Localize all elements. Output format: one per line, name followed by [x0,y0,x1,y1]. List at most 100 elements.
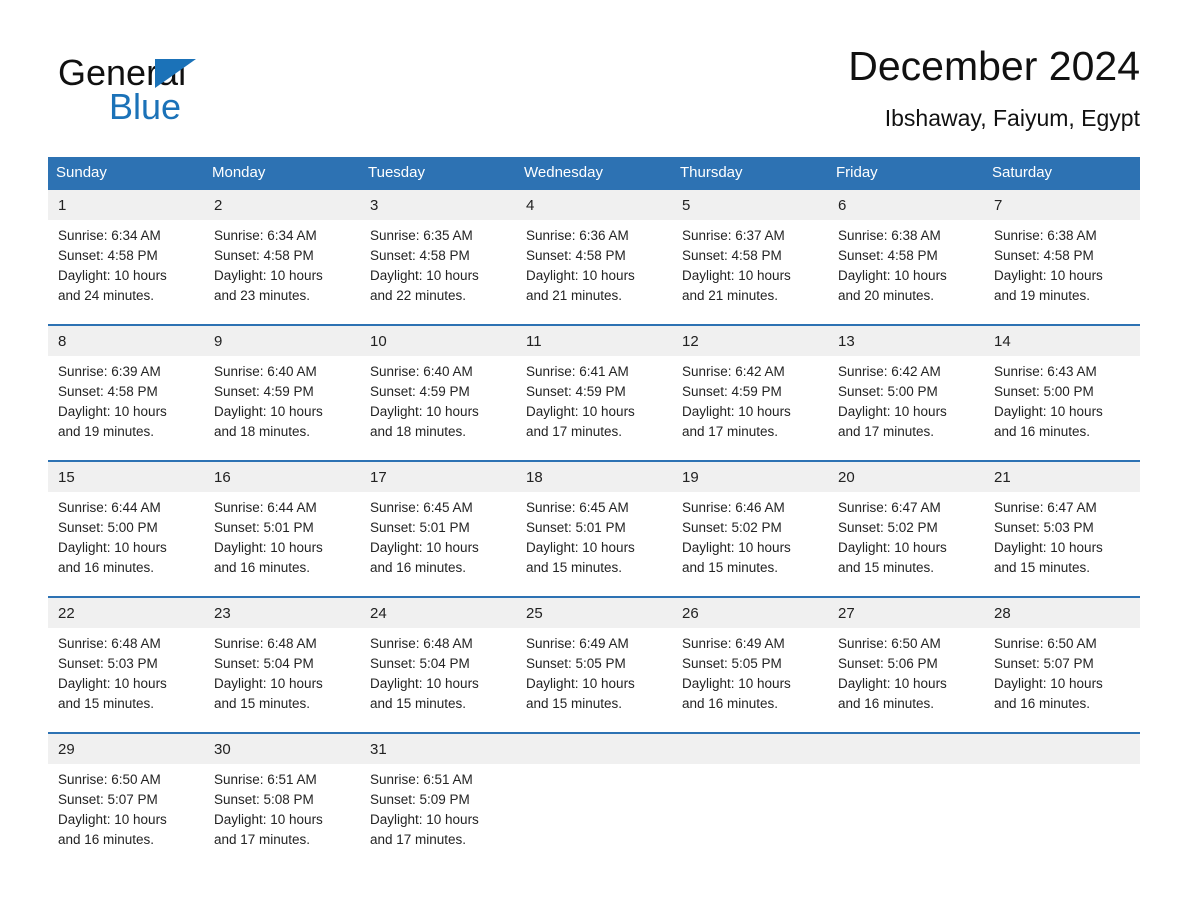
sunset-time: Sunset: 5:02 PM [682,520,782,535]
day-number[interactable]: 6 [828,190,984,220]
day-cell[interactable]: Sunrise: 6:44 AM Sunset: 5:01 PM Daylight:… [204,492,360,596]
day-number[interactable]: 13 [828,326,984,356]
daylight-duration-line1: Daylight: 10 hours [214,812,323,827]
day-number[interactable]: 31 [360,734,516,764]
daylight-duration-line2: and 19 minutes. [58,424,155,439]
sunrise-time: Sunrise: 6:48 AM [58,636,161,651]
day-cell[interactable]: Sunrise: 6:45 AM Sunset: 5:01 PM Daylight:… [360,492,516,596]
day-cell[interactable]: Sunrise: 6:49 AM Sunset: 5:05 PM Daylight:… [516,628,672,732]
day-number[interactable]: 27 [828,598,984,628]
day-cell[interactable]: Sunrise: 6:40 AM Sunset: 4:59 PM Daylight:… [360,356,516,460]
sunrise-time: Sunrise: 6:48 AM [370,636,473,651]
daylight-duration-line2: and 20 minutes. [838,288,935,303]
day-cell[interactable]: Sunrise: 6:49 AM Sunset: 5:05 PM Daylight:… [672,628,828,732]
day-cell[interactable]: Sunrise: 6:48 AM Sunset: 5:04 PM Daylight:… [360,628,516,732]
day-number[interactable]: 28 [984,598,1140,628]
day-cell[interactable]: Sunrise: 6:48 AM Sunset: 5:04 PM Daylight:… [204,628,360,732]
day-number[interactable]: 16 [204,462,360,492]
day-number[interactable]: 2 [204,190,360,220]
day-cell[interactable]: Sunrise: 6:38 AM Sunset: 4:58 PM Daylight:… [984,220,1140,324]
day-cell[interactable]: Sunrise: 6:44 AM Sunset: 5:00 PM Daylight:… [48,492,204,596]
day-cell[interactable]: Sunrise: 6:36 AM Sunset: 4:58 PM Daylight:… [516,220,672,324]
day-number[interactable]: 14 [984,326,1140,356]
calendar-week-row: 15 16 17 18 19 20 21 Sunrise: 6:44 AM Sunset: 5:… [48,460,1140,596]
day-cell[interactable]: Sunrise: 6:47 AM Sunset: 5:02 PM Daylight:… [828,492,984,596]
day-number-band: 15 16 17 18 19 20 21 [48,462,1140,492]
day-cell[interactable]: Sunrise: 6:50 AM Sunset: 5:06 PM Daylight:… [828,628,984,732]
day-number[interactable]: 23 [204,598,360,628]
daylight-duration-line2: and 15 minutes. [58,696,155,711]
sunrise-time: Sunrise: 6:40 AM [370,364,473,379]
day-number[interactable]: 24 [360,598,516,628]
weekday-header-row: Sunday Monday Tuesday Wednesday Thursday Frid… [48,157,1140,190]
day-number[interactable]: 22 [48,598,204,628]
daylight-duration-line2: and 23 minutes. [214,288,311,303]
day-cell[interactable]: Sunrise: 6:50 AM Sunset: 5:07 PM Daylight:… [48,764,204,868]
daylight-duration-line1: Daylight: 10 hours [58,676,167,691]
daylight-duration-line1: Daylight: 10 hours [838,540,947,555]
day-number[interactable]: 9 [204,326,360,356]
daylight-duration-line1: Daylight: 10 hours [526,268,635,283]
day-number[interactable]: 12 [672,326,828,356]
day-cell[interactable]: Sunrise: 6:50 AM Sunset: 5:07 PM Daylight:… [984,628,1140,732]
day-number[interactable]: 19 [672,462,828,492]
day-cell[interactable]: Sunrise: 6:34 AM Sunset: 4:58 PM Daylight:… [204,220,360,324]
daylight-duration-line1: Daylight: 10 hours [214,540,323,555]
daylight-duration-line2: and 16 minutes. [214,560,311,575]
sunset-time: Sunset: 5:05 PM [682,656,782,671]
day-cell[interactable]: Sunrise: 6:45 AM Sunset: 5:01 PM Daylight:… [516,492,672,596]
day-number[interactable]: 7 [984,190,1140,220]
day-cell[interactable]: Sunrise: 6:35 AM Sunset: 4:58 PM Daylight:… [360,220,516,324]
day-cell[interactable]: Sunrise: 6:34 AM Sunset: 4:58 PM Daylight:… [48,220,204,324]
day-number[interactable]: 20 [828,462,984,492]
day-cell[interactable]: Sunrise: 6:37 AM Sunset: 4:58 PM Daylight:… [672,220,828,324]
daylight-duration-line1: Daylight: 10 hours [994,540,1103,555]
day-cell[interactable]: Sunrise: 6:46 AM Sunset: 5:02 PM Daylight:… [672,492,828,596]
day-number[interactable]: 30 [204,734,360,764]
sunrise-time: Sunrise: 6:36 AM [526,228,629,243]
calendar-week-row: 8 9 10 11 12 13 14 Sunrise: 6:39 AM Sunset: 4:58… [48,324,1140,460]
day-number[interactable]: 15 [48,462,204,492]
sunset-time: Sunset: 4:58 PM [838,248,938,263]
day-number[interactable]: 21 [984,462,1140,492]
day-number[interactable]: 18 [516,462,672,492]
day-cell[interactable]: Sunrise: 6:38 AM Sunset: 4:58 PM Daylight:… [828,220,984,324]
sunset-time: Sunset: 5:07 PM [58,792,158,807]
day-cell[interactable]: Sunrise: 6:39 AM Sunset: 4:58 PM Daylight:… [48,356,204,460]
day-cell[interactable]: Sunrise: 6:40 AM Sunset: 4:59 PM Daylight:… [204,356,360,460]
day-number[interactable]: 8 [48,326,204,356]
calendar-week-row: 22 23 24 25 26 27 28 Sunrise: 6:48 AM Sunset: 5:… [48,596,1140,732]
sunset-time: Sunset: 5:09 PM [370,792,470,807]
daylight-duration-line1: Daylight: 10 hours [370,812,479,827]
day-cell[interactable]: Sunrise: 6:41 AM Sunset: 4:59 PM Daylight:… [516,356,672,460]
day-number[interactable]: 25 [516,598,672,628]
day-number[interactable]: 5 [672,190,828,220]
day-cell[interactable]: Sunrise: 6:48 AM Sunset: 5:03 PM Daylight:… [48,628,204,732]
day-cell[interactable]: Sunrise: 6:51 AM Sunset: 5:09 PM Daylight:… [360,764,516,868]
day-number[interactable]: 26 [672,598,828,628]
day-number[interactable]: 29 [48,734,204,764]
weekday-header-thursday: Thursday [680,164,743,181]
day-number-empty [828,734,984,764]
sunset-time: Sunset: 5:01 PM [214,520,314,535]
day-number[interactable]: 11 [516,326,672,356]
day-cell[interactable]: Sunrise: 6:42 AM Sunset: 5:00 PM Daylight:… [828,356,984,460]
sunrise-time: Sunrise: 6:42 AM [682,364,785,379]
day-cell[interactable]: Sunrise: 6:51 AM Sunset: 5:08 PM Daylight:… [204,764,360,868]
sunrise-time: Sunrise: 6:34 AM [58,228,161,243]
day-number[interactable]: 17 [360,462,516,492]
daylight-duration-line1: Daylight: 10 hours [682,540,791,555]
day-number[interactable]: 1 [48,190,204,220]
day-cell[interactable]: Sunrise: 6:42 AM Sunset: 4:59 PM Daylight:… [672,356,828,460]
sunset-time: Sunset: 5:08 PM [214,792,314,807]
day-cell[interactable]: Sunrise: 6:47 AM Sunset: 5:03 PM Daylight:… [984,492,1140,596]
day-number[interactable]: 4 [516,190,672,220]
day-number[interactable]: 10 [360,326,516,356]
generalblue-logo: General Blue [58,52,288,130]
daylight-duration-line1: Daylight: 10 hours [838,404,947,419]
daylight-duration-line1: Daylight: 10 hours [994,404,1103,419]
day-detail-band: Sunrise: 6:48 AM Sunset: 5:03 PM Daylight:… [48,628,1140,732]
sunset-time: Sunset: 5:00 PM [58,520,158,535]
day-cell[interactable]: Sunrise: 6:43 AM Sunset: 5:00 PM Daylight:… [984,356,1140,460]
day-number[interactable]: 3 [360,190,516,220]
